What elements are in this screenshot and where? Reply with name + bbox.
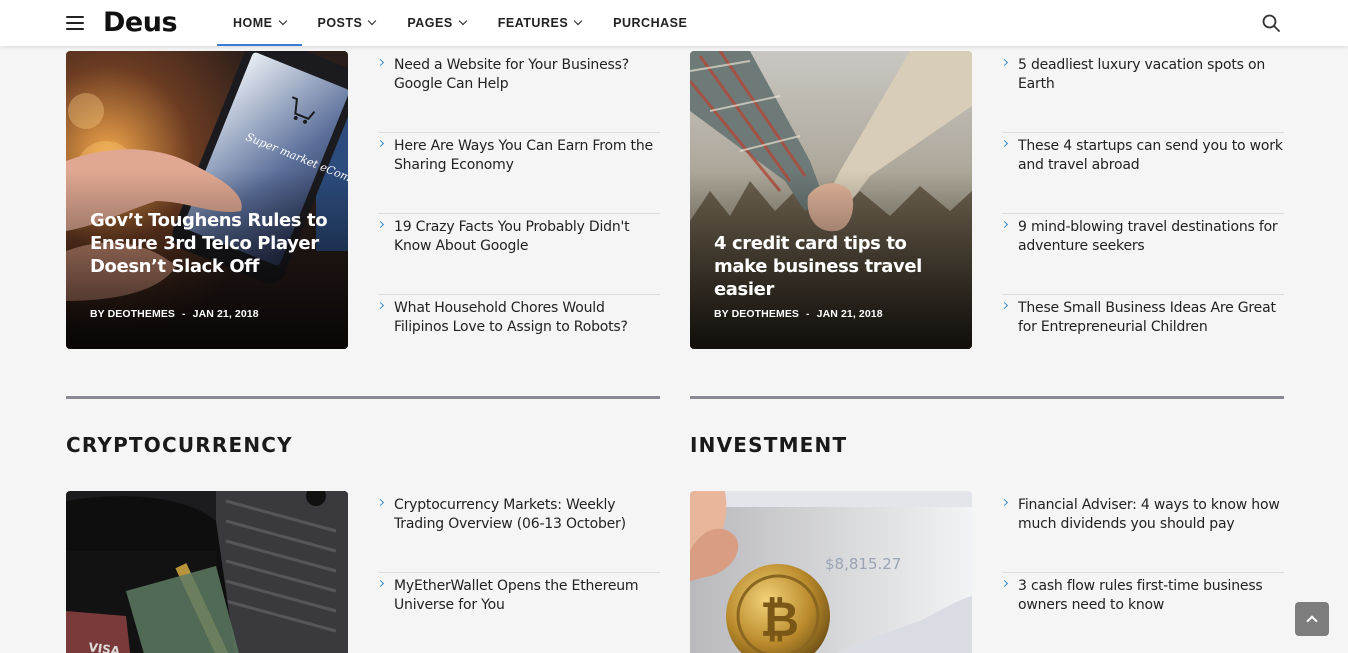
list-item-title[interactable]: Cryptocurrency Markets: Weekly Trading O… <box>394 496 660 534</box>
chevron-right-icon <box>376 498 385 507</box>
feature-meta: BY DEOTHEMES - JAN 21, 2018 <box>90 308 259 320</box>
nav-posts[interactable]: POSTS <box>302 0 392 46</box>
site-header: Deus HOME POSTS PAGES FEATURES PURCHASE <box>0 0 1348 46</box>
nav-home[interactable]: HOME <box>217 0 302 46</box>
list-item[interactable]: Cryptocurrency Markets: Weekly Trading O… <box>376 492 660 573</box>
list-item-title[interactable]: 9 mind-blowing travel destinations for a… <box>1018 218 1284 256</box>
site-logo[interactable]: Deus <box>103 7 178 38</box>
feature-image-wallet: VISA <box>66 491 348 653</box>
list-item-title[interactable]: 19 Crazy Facts You Probably Didn't Know … <box>394 218 660 256</box>
list-item[interactable]: Financial Adviser: 4 ways to know how mu… <box>1000 492 1284 573</box>
post-list-top-right: 5 deadliest luxury vacation spots on Ear… <box>1000 52 1284 376</box>
list-item[interactable]: 5 deadliest luxury vacation spots on Ear… <box>1000 52 1284 133</box>
post-list-investment: Financial Adviser: 4 ways to know how mu… <box>1000 492 1284 653</box>
feature-meta: BY DEOTHEMES - JAN 21, 2018 <box>714 308 883 320</box>
feature-date: JAN 21, 2018 <box>816 308 883 320</box>
chevron-right-icon <box>1000 220 1009 229</box>
nav-purchase-label: PURCHASE <box>613 16 688 30</box>
chevron-right-icon <box>376 139 385 148</box>
nav-home-label: HOME <box>233 16 273 30</box>
chevron-right-icon <box>376 579 385 588</box>
nav-posts-label: POSTS <box>317 16 363 30</box>
chevron-right-icon <box>1000 579 1009 588</box>
feature-title[interactable]: 4 credit card tips to make business trav… <box>714 232 952 301</box>
feature-card-crypto[interactable]: VISA <box>66 491 348 653</box>
chevron-right-icon <box>376 301 385 310</box>
section-divider <box>690 396 1284 399</box>
nav-features-label: FEATURES <box>497 16 569 30</box>
section-divider <box>66 396 660 399</box>
chevron-right-icon <box>376 220 385 229</box>
list-item-title[interactable]: These Small Business Ideas Are Great for… <box>1018 299 1284 337</box>
feature-image-bitcoin: $8,815.27 ₿ <box>690 491 972 653</box>
post-list-top-left: Need a Website for Your Business? Google… <box>376 52 660 376</box>
back-to-top-button[interactable] <box>1295 602 1329 636</box>
section-title-investment[interactable]: INVESTMENT <box>690 433 847 457</box>
chevron-right-icon <box>1000 139 1009 148</box>
chevron-down-icon <box>573 16 583 26</box>
chevron-right-icon <box>376 58 385 67</box>
feature-title[interactable]: Gov’t Toughens Rules to Ensure 3rd Telco… <box>90 209 328 278</box>
list-item-title[interactable]: Here Are Ways You Can Earn From the Shar… <box>394 137 660 175</box>
chevron-down-icon <box>458 16 467 26</box>
chevron-right-icon <box>1000 58 1009 67</box>
list-item[interactable]: 9 mind-blowing travel destinations for a… <box>1000 214 1284 295</box>
nav-pages[interactable]: PAGES <box>391 0 481 46</box>
list-item[interactable]: 3 cash flow rules first-time business ow… <box>1000 573 1284 653</box>
list-item[interactable]: Need a Website for Your Business? Google… <box>376 52 660 133</box>
price-screen-text: $8,815.27 <box>825 555 901 573</box>
list-item-title[interactable]: 5 deadliest luxury vacation spots on Ear… <box>1018 56 1284 94</box>
feature-card-travel[interactable]: 4 credit card tips to make business trav… <box>690 51 972 349</box>
svg-text:₿: ₿ <box>760 592 799 648</box>
chevron-up-icon <box>1306 615 1318 627</box>
main-nav: HOME POSTS PAGES FEATURES PURCHASE <box>217 0 703 46</box>
list-item-title[interactable]: 3 cash flow rules first-time business ow… <box>1018 577 1284 615</box>
chevron-down-icon <box>368 16 377 26</box>
list-item-title[interactable]: What Household Chores Would Filipinos Lo… <box>394 299 660 337</box>
list-item-title[interactable]: MyEtherWallet Opens the Ethereum Univers… <box>394 577 660 615</box>
list-item[interactable]: These 4 startups can send you to work an… <box>1000 133 1284 214</box>
section-title-cryptocurrency[interactable]: CRYPTOCURRENCY <box>66 433 293 457</box>
list-item[interactable]: Here Are Ways You Can Earn From the Shar… <box>376 133 660 214</box>
feature-author[interactable]: BY DEOTHEMES <box>714 308 799 320</box>
list-item[interactable]: These Small Business Ideas Are Great for… <box>1000 295 1284 376</box>
list-item[interactable]: What Household Chores Would Filipinos Lo… <box>376 295 660 376</box>
feature-card-telco[interactable]: Super market eCommerce Market Gov’t Toug… <box>66 51 348 349</box>
nav-purchase[interactable]: PURCHASE <box>597 0 703 46</box>
post-list-cryptocurrency: Cryptocurrency Markets: Weekly Trading O… <box>376 492 660 653</box>
list-item-title[interactable]: These 4 startups can send you to work an… <box>1018 137 1284 175</box>
nav-pages-label: PAGES <box>407 16 453 30</box>
list-item-title[interactable]: Financial Adviser: 4 ways to know how mu… <box>1018 496 1284 534</box>
chevron-right-icon <box>1000 301 1009 310</box>
feature-date: JAN 21, 2018 <box>192 308 259 320</box>
list-item[interactable]: MyEtherWallet Opens the Ethereum Univers… <box>376 573 660 653</box>
feature-author[interactable]: BY DEOTHEMES <box>90 308 175 320</box>
nav-features[interactable]: FEATURES <box>482 0 597 46</box>
chevron-right-icon <box>1000 498 1009 507</box>
list-item-title[interactable]: Need a Website for Your Business? Google… <box>394 56 660 94</box>
list-item[interactable]: 19 Crazy Facts You Probably Didn't Know … <box>376 214 660 295</box>
chevron-down-icon <box>278 16 287 26</box>
hamburger-menu-icon[interactable] <box>66 16 84 30</box>
feature-card-investment[interactable]: $8,815.27 ₿ <box>690 491 972 653</box>
search-icon[interactable] <box>1262 14 1280 32</box>
